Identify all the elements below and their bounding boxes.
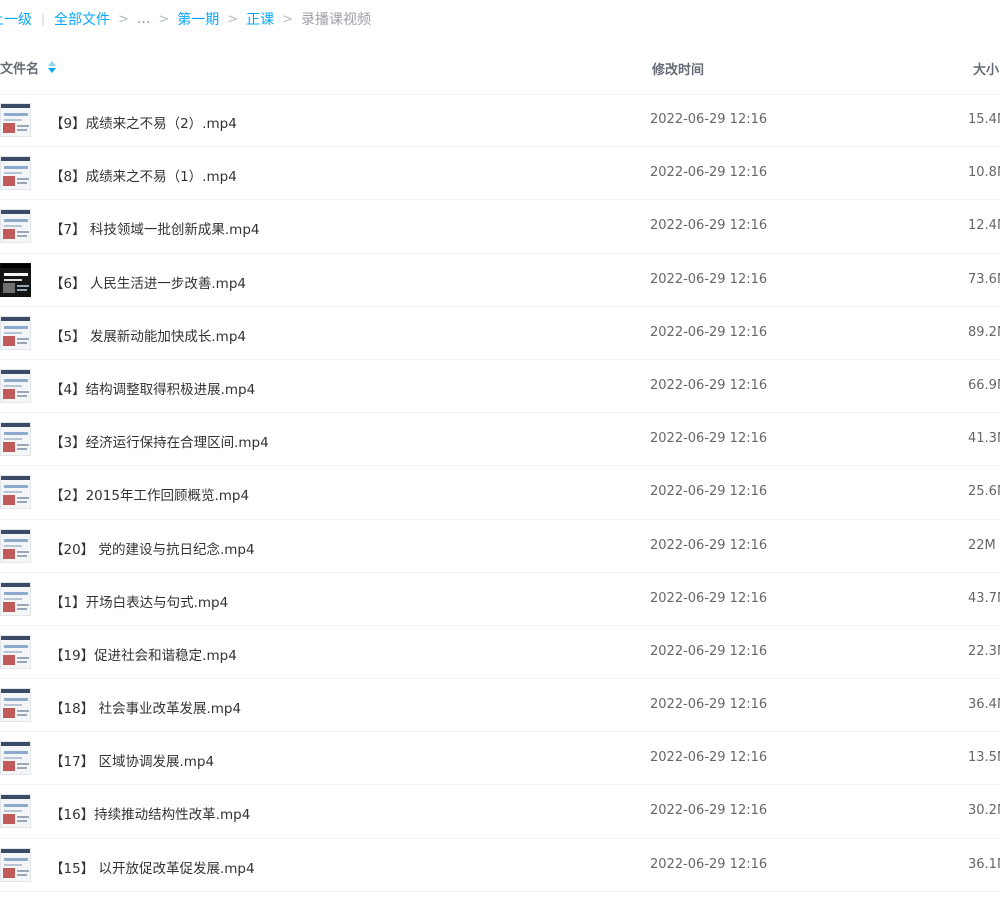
file-size: 10.8M bbox=[968, 165, 1000, 181]
modified-time: 2022-06-29 12:16 bbox=[650, 697, 768, 713]
column-header-time[interactable]: 修改时间 bbox=[652, 59, 704, 78]
file-size: 41.3M bbox=[968, 431, 1000, 447]
table-row[interactable]: 【2】2015年工作回顾概览.mp4 2022-06-29 12:16 25.6M bbox=[0, 466, 1000, 520]
table-row[interactable]: 【16】持续推动结构性改革.mp4 2022-06-29 12:16 30.2M bbox=[0, 785, 1000, 839]
file-name[interactable]: 【1】开场白表达与句式.mp4 bbox=[50, 591, 228, 611]
chevron-right-icon: > bbox=[158, 11, 170, 27]
table-row[interactable]: 【7】 科技领域一批创新成果.mp4 2022-06-29 12:16 12.4M bbox=[0, 200, 1000, 254]
column-header-size[interactable]: 大小 bbox=[973, 59, 999, 78]
video-thumbnail[interactable] bbox=[0, 156, 31, 191]
video-thumbnail[interactable] bbox=[0, 315, 31, 350]
file-list: 【9】成绩来之不易（2）.mp4 2022-06-29 12:16 15.4M 【8】… bbox=[0, 94, 1000, 892]
table-row[interactable]: 【20】 党的建设与抗日纪念.mp4 2022-06-29 12:16 22M bbox=[0, 520, 1000, 573]
modified-time: 2022-06-29 12:16 bbox=[650, 537, 768, 553]
breadcrumb: 上一级 | 全部文件 > ... > 第一期 > 正课 > 录播课视频 bbox=[0, 0, 1000, 38]
breadcrumb-item-all-files[interactable]: 全部文件 bbox=[54, 9, 110, 29]
table-row[interactable]: 【5】 发展新动能加快成长.mp4 2022-06-29 12:16 89.2M bbox=[0, 307, 1000, 360]
table-row[interactable]: 【8】成绩来之不易（1）.mp4 2022-06-29 12:16 10.8M bbox=[0, 147, 1000, 201]
video-thumbnail[interactable] bbox=[0, 368, 31, 403]
video-thumbnail[interactable] bbox=[0, 634, 31, 669]
file-name[interactable]: 【9】成绩来之不易（2）.mp4 bbox=[50, 112, 237, 132]
file-name[interactable]: 【7】 科技领域一批创新成果.mp4 bbox=[50, 218, 259, 238]
file-name[interactable]: 【5】 发展新动能加快成长.mp4 bbox=[50, 325, 246, 345]
file-size: 73.6M bbox=[968, 271, 1000, 287]
modified-time: 2022-06-29 12:16 bbox=[650, 324, 768, 340]
modified-time: 2022-06-29 12:16 bbox=[650, 590, 768, 606]
modified-time: 2022-06-29 12:16 bbox=[650, 218, 768, 234]
file-name[interactable]: 【8】成绩来之不易（1）.mp4 bbox=[50, 165, 237, 185]
file-size: 36.1M bbox=[968, 856, 1000, 872]
breadcrumb-current: 录播课视频 bbox=[301, 12, 372, 28]
file-size: 30.2M bbox=[968, 803, 1000, 819]
table-row[interactable]: 【4】结构调整取得积极进展.mp4 2022-06-29 12:16 66.9M bbox=[0, 360, 1000, 414]
file-size: 12.4M bbox=[968, 218, 1000, 234]
modified-time: 2022-06-29 12:16 bbox=[650, 643, 768, 659]
file-name[interactable]: 【15】 以开放促改革促发展.mp4 bbox=[50, 857, 255, 877]
video-thumbnail[interactable] bbox=[0, 422, 31, 457]
table-row[interactable]: 【1】开场白表达与句式.mp4 2022-06-29 12:16 43.7M bbox=[0, 573, 1000, 626]
column-header-name-label: 文件名 bbox=[0, 62, 40, 77]
file-name[interactable]: 【3】经济运行保持在合理区间.mp4 bbox=[50, 431, 269, 451]
table-row[interactable]: 【17】 区域协调发展.mp4 2022-06-29 12:16 13.5M bbox=[0, 732, 1000, 786]
modified-time: 2022-06-29 12:16 bbox=[650, 112, 768, 127]
table-row[interactable]: 【15】 以开放促改革促发展.mp4 2022-06-29 12:16 36.1M bbox=[0, 839, 1000, 892]
table-row[interactable]: 【9】成绩来之不易（2）.mp4 2022-06-29 12:16 15.4M bbox=[0, 94, 1000, 148]
video-thumbnail[interactable] bbox=[0, 528, 31, 563]
file-size: 66.9M bbox=[968, 377, 1000, 393]
modified-time: 2022-06-29 12:16 bbox=[650, 271, 768, 287]
file-name[interactable]: 【18】 社会事业改革发展.mp4 bbox=[50, 697, 241, 717]
file-name[interactable]: 【2】2015年工作回顾概览.mp4 bbox=[50, 484, 249, 504]
table-row[interactable]: 【19】促进社会和谐稳定.mp4 2022-06-29 12:16 22.3M bbox=[0, 626, 1000, 680]
file-size: 13.5M bbox=[968, 750, 1000, 766]
video-thumbnail[interactable] bbox=[0, 103, 31, 137]
video-thumbnail[interactable] bbox=[0, 262, 31, 297]
modified-time: 2022-06-29 12:16 bbox=[650, 377, 768, 393]
column-header-name[interactable]: 文件名 bbox=[0, 58, 57, 77]
back-link[interactable]: 上一级 bbox=[0, 9, 32, 29]
file-size: 22M bbox=[968, 537, 996, 553]
file-name[interactable]: 【19】促进社会和谐稳定.mp4 bbox=[50, 644, 237, 664]
modified-time: 2022-06-29 12:16 bbox=[650, 856, 768, 872]
file-size: 22.3M bbox=[968, 643, 1000, 659]
modified-time: 2022-06-29 12:16 bbox=[650, 484, 768, 500]
file-name[interactable]: 【17】 区域协调发展.mp4 bbox=[50, 750, 214, 770]
video-thumbnail[interactable] bbox=[0, 209, 31, 244]
video-thumbnail[interactable] bbox=[0, 581, 31, 616]
table-row[interactable]: 【18】 社会事业改革发展.mp4 2022-06-29 12:16 36.4M bbox=[0, 679, 1000, 733]
chevron-right-icon: > bbox=[118, 11, 129, 27]
file-name[interactable]: 【20】 党的建设与抗日纪念.mp4 bbox=[50, 538, 255, 558]
video-thumbnail[interactable] bbox=[0, 741, 31, 776]
breadcrumb-item-phase-one[interactable]: 第一期 bbox=[177, 9, 219, 29]
modified-time: 2022-06-29 12:16 bbox=[650, 803, 768, 819]
file-size: 25.6M bbox=[968, 484, 1000, 500]
file-name[interactable]: 【6】 人民生活进一步改善.mp4 bbox=[50, 272, 246, 292]
breadcrumb-divider: | bbox=[41, 12, 46, 26]
video-thumbnail[interactable] bbox=[0, 847, 31, 882]
modified-time: 2022-06-29 12:16 bbox=[650, 431, 768, 447]
chevron-right-icon: > bbox=[282, 11, 294, 27]
file-size: 43.7M bbox=[968, 590, 1000, 606]
video-thumbnail[interactable] bbox=[0, 475, 31, 510]
file-name[interactable]: 【16】持续推动结构性改革.mp4 bbox=[50, 803, 250, 823]
table-row[interactable]: 【3】经济运行保持在合理区间.mp4 2022-06-29 12:16 41.3M bbox=[0, 413, 1000, 467]
file-size: 89.2M bbox=[968, 324, 1000, 340]
file-size: 36.4M bbox=[968, 697, 1000, 713]
file-name[interactable]: 【4】结构调整取得积极进展.mp4 bbox=[50, 378, 255, 398]
breadcrumb-item-main-course[interactable]: 正课 bbox=[246, 9, 274, 29]
breadcrumb-item-ellipsis[interactable]: ... bbox=[137, 11, 150, 27]
file-size: 15.4M bbox=[968, 112, 1000, 127]
table-row[interactable]: 【6】 人民生活进一步改善.mp4 2022-06-29 12:16 73.6M bbox=[0, 254, 1000, 307]
video-thumbnail[interactable] bbox=[0, 688, 31, 723]
video-thumbnail[interactable] bbox=[0, 794, 31, 829]
modified-time: 2022-06-29 12:16 bbox=[650, 750, 768, 766]
modified-time: 2022-06-29 12:16 bbox=[650, 165, 768, 181]
sort-arrows-icon[interactable] bbox=[47, 60, 57, 75]
chevron-right-icon: > bbox=[227, 11, 239, 27]
table-header: 文件名 修改时间 大小 bbox=[0, 38, 1000, 95]
